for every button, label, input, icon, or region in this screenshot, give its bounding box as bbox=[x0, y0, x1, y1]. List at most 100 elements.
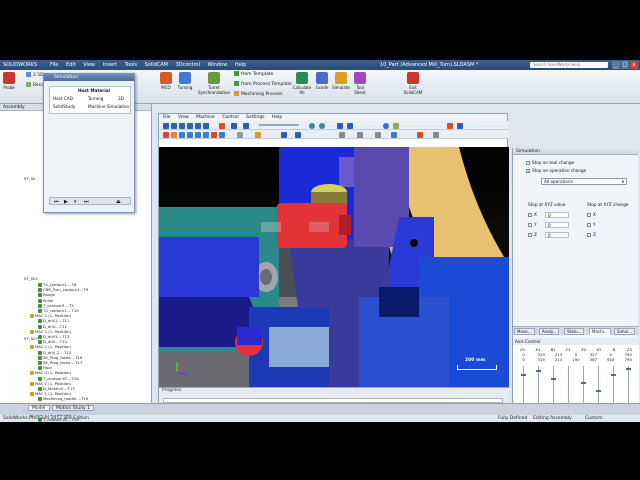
slider-knob[interactable] bbox=[551, 378, 556, 380]
eject-icon[interactable]: ⏏ bbox=[116, 199, 121, 205]
search-input[interactable]: Search SolidWorks Help bbox=[530, 62, 608, 68]
z-value-checkbox[interactable]: Z bbox=[528, 232, 537, 237]
tree-group[interactable]: ST_Sh bbox=[24, 176, 35, 181]
maximize-button[interactable]: □ bbox=[621, 61, 629, 69]
mmenu-view[interactable]: View bbox=[178, 115, 189, 120]
step-icon[interactable]: ⏭ bbox=[84, 199, 89, 205]
menu-3dcontrol[interactable]: 3Dcontrol bbox=[176, 62, 200, 68]
tab-model[interactable]: Model bbox=[28, 405, 50, 411]
play-back-icon[interactable] bbox=[179, 122, 185, 129]
status-units[interactable]: Custom bbox=[585, 415, 602, 422]
from-process-template[interactable]: from Process Template bbox=[234, 81, 292, 88]
tool-icon[interactable] bbox=[447, 122, 453, 129]
light-icon[interactable] bbox=[339, 131, 345, 138]
z-value-field[interactable]: 0 bbox=[545, 232, 569, 238]
y-change-checkbox[interactable]: Y bbox=[587, 222, 596, 227]
minimize-button[interactable]: _ bbox=[612, 61, 620, 69]
ribbon-2.5d[interactable]: 2.5D bbox=[26, 72, 44, 79]
wire-icon[interactable] bbox=[219, 131, 225, 138]
fit-icon[interactable] bbox=[347, 122, 353, 129]
play-icon[interactable]: ▶ bbox=[64, 199, 68, 205]
x-value-field[interactable]: 0 bbox=[545, 212, 569, 218]
sphere-icon[interactable] bbox=[383, 122, 389, 129]
machine-sim-label[interactable]: Machine Simulation bbox=[88, 104, 129, 109]
menu-window[interactable]: Window bbox=[208, 62, 228, 68]
menu-help[interactable]: Help bbox=[235, 62, 246, 68]
axis-slider[interactable] bbox=[521, 366, 526, 408]
slider-knob[interactable] bbox=[596, 390, 601, 392]
solidstudy-label[interactable]: SolidStudy bbox=[53, 104, 75, 109]
forward-icon[interactable] bbox=[195, 122, 201, 129]
front-view-icon[interactable] bbox=[179, 131, 185, 138]
turning-button[interactable]: Turning bbox=[176, 72, 194, 90]
gear-icon[interactable] bbox=[457, 122, 463, 129]
tab-status[interactable]: Statu... bbox=[564, 328, 585, 335]
shaded-icon[interactable] bbox=[163, 131, 169, 138]
gcode-button[interactable]: Gcode bbox=[314, 72, 330, 90]
stop-operation-change-checkbox[interactable]: ✓ Stop on operation change bbox=[526, 168, 586, 174]
rotate-icon[interactable] bbox=[319, 122, 325, 129]
play-icon[interactable] bbox=[187, 122, 193, 129]
tree-group[interactable]: ST_Sh3 bbox=[24, 336, 38, 341]
section-icon[interactable] bbox=[211, 131, 217, 138]
axis-slider[interactable] bbox=[536, 366, 541, 408]
menu-file[interactable]: File bbox=[50, 62, 58, 68]
menu-solidcam[interactable]: SolidCAM bbox=[145, 62, 168, 68]
3d-label[interactable]: 3D bbox=[118, 96, 124, 101]
speed-icon[interactable] bbox=[243, 122, 249, 129]
tab-motion-study[interactable]: Motion Study 1 bbox=[52, 405, 94, 411]
turning-label[interactable]: Turning bbox=[88, 96, 103, 101]
from-template[interactable]: from Template bbox=[234, 71, 273, 78]
top-view-icon[interactable] bbox=[187, 131, 193, 138]
x-value-checkbox[interactable]: X bbox=[528, 212, 537, 217]
menu-view[interactable]: View bbox=[83, 62, 95, 68]
mmenu-file[interactable]: File bbox=[163, 115, 171, 120]
material-icon[interactable] bbox=[393, 122, 399, 129]
axis-slider[interactable] bbox=[566, 366, 571, 408]
last-icon[interactable] bbox=[203, 122, 209, 129]
refresh-icon[interactable] bbox=[375, 131, 381, 138]
view-icon[interactable] bbox=[337, 122, 343, 129]
pause-icon[interactable]: ⏸ bbox=[74, 199, 77, 205]
turret-sync-button[interactable]: Turret Synchronization bbox=[198, 72, 230, 95]
slider-knob[interactable] bbox=[581, 382, 586, 384]
close-button[interactable]: x bbox=[630, 61, 638, 69]
loop-icon[interactable] bbox=[231, 122, 237, 129]
menu-insert[interactable]: Insert bbox=[103, 62, 117, 68]
speed-slider[interactable] bbox=[259, 124, 299, 126]
mmenu-settings[interactable]: Settings bbox=[246, 115, 264, 120]
axis-slider[interactable] bbox=[596, 366, 601, 408]
trace-icon[interactable] bbox=[433, 131, 439, 138]
y-value-checkbox[interactable]: Y bbox=[528, 222, 537, 227]
x-change-checkbox[interactable]: X bbox=[587, 212, 596, 217]
menu-edit[interactable]: Edit bbox=[66, 62, 76, 68]
stop-tool-change-checkbox[interactable]: Stop on tool change bbox=[526, 160, 574, 165]
transparent-icon[interactable] bbox=[237, 131, 243, 138]
right-view-icon[interactable] bbox=[195, 131, 201, 138]
redo-icon[interactable] bbox=[357, 131, 363, 138]
workpiece-icon[interactable] bbox=[391, 131, 397, 138]
mmenu-help[interactable]: Help bbox=[272, 115, 282, 120]
zoom-icon[interactable] bbox=[309, 122, 315, 129]
tree-group[interactable]: ST_Sh2 bbox=[24, 276, 38, 281]
pan-icon[interactable] bbox=[295, 131, 301, 138]
axes-icon[interactable] bbox=[281, 131, 287, 138]
tab-move[interactable]: Move... bbox=[514, 328, 535, 335]
axis-slider[interactable] bbox=[581, 366, 586, 408]
simulate-button[interactable]: Simulate bbox=[332, 72, 350, 90]
probe-button[interactable]: Probe bbox=[2, 72, 16, 90]
stop-icon[interactable] bbox=[219, 122, 225, 129]
calculate-all-button[interactable]: Calculate All bbox=[292, 72, 312, 95]
mmenu-control[interactable]: Control bbox=[222, 115, 238, 120]
host-cad-label[interactable]: Host CAD bbox=[53, 96, 73, 101]
axis-slider[interactable] bbox=[551, 366, 556, 408]
slider-knob[interactable] bbox=[626, 368, 631, 370]
operations-combo[interactable]: All operations ▾ bbox=[541, 178, 627, 185]
tab-analyze[interactable]: Analy... bbox=[539, 328, 560, 335]
mmenu-machine[interactable]: Machine bbox=[196, 115, 215, 120]
slider-knob[interactable] bbox=[611, 374, 616, 376]
collision-icon[interactable] bbox=[417, 131, 423, 138]
tab-simulation[interactable]: Simul... bbox=[614, 328, 636, 335]
slider-knob[interactable] bbox=[536, 370, 541, 372]
first-icon[interactable] bbox=[163, 122, 169, 129]
